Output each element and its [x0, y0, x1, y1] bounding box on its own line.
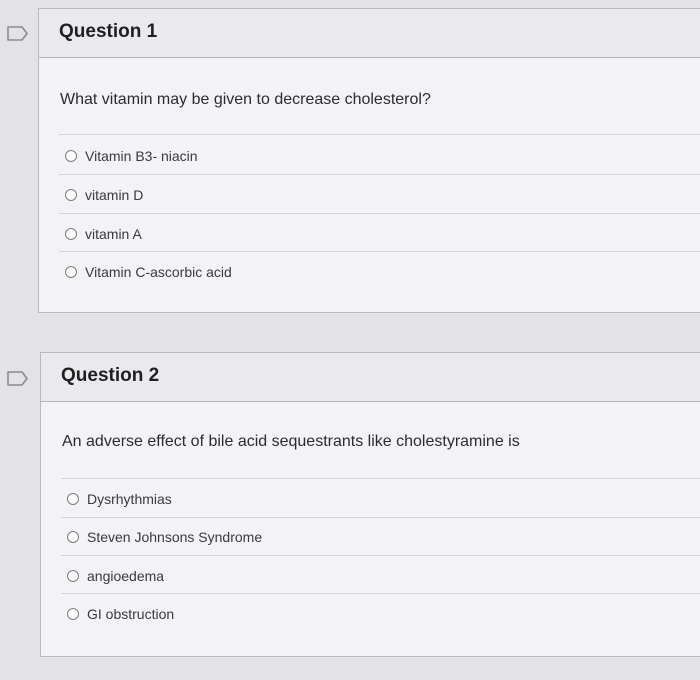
question-2-text: An adverse effect of bile acid sequestra…	[62, 433, 520, 450]
question-1-option-2[interactable]: vitamin D	[65, 185, 143, 205]
radio-button[interactable]	[67, 608, 79, 620]
option-label: Vitamin B3- niacin	[85, 148, 198, 164]
question-2-header: Question 2	[41, 353, 700, 402]
question-2-option-2[interactable]: Steven Johnsons Syndrome	[67, 527, 262, 547]
radio-button[interactable]	[65, 189, 77, 201]
option-label: vitamin D	[85, 187, 144, 203]
question-2-title: Question 2	[61, 365, 160, 386]
radio-button[interactable]	[67, 531, 79, 543]
option-label: Steven Johnsons Syndrome	[87, 529, 263, 545]
question-2-option-4[interactable]: GI obstruction	[67, 604, 174, 624]
question-2-card: Question 2 An adverse effect of bile aci…	[40, 352, 700, 657]
question-1-header: Question 1	[39, 9, 700, 58]
option-label: vitamin A	[85, 226, 142, 242]
question-2-option-1[interactable]: Dysrhythmias	[67, 489, 172, 509]
question-1-card: Question 1 What vitamin may be given to …	[38, 8, 700, 313]
flag-question-2-icon[interactable]	[7, 371, 29, 386]
question-1-title: Question 1	[59, 21, 158, 42]
option-label: GI obstruction	[87, 606, 175, 622]
question-1-option-4[interactable]: Vitamin C-ascorbic acid	[65, 262, 232, 282]
question-1-option-1[interactable]: Vitamin B3- niacin	[65, 146, 198, 166]
option-label: Vitamin C-ascorbic acid	[85, 264, 232, 280]
radio-button[interactable]	[65, 266, 77, 278]
radio-button[interactable]	[67, 570, 79, 582]
question-2-option-3[interactable]: angioedema	[67, 566, 164, 586]
radio-button[interactable]	[65, 150, 77, 162]
flag-question-1-icon[interactable]	[7, 26, 29, 41]
option-label: angioedema	[87, 568, 165, 584]
question-1-text: What vitamin may be given to decrease ch…	[60, 91, 431, 108]
option-label: Dysrhythmias	[87, 491, 172, 507]
radio-button[interactable]	[67, 493, 79, 505]
radio-button[interactable]	[65, 228, 77, 240]
question-1-option-3[interactable]: vitamin A	[65, 224, 142, 244]
